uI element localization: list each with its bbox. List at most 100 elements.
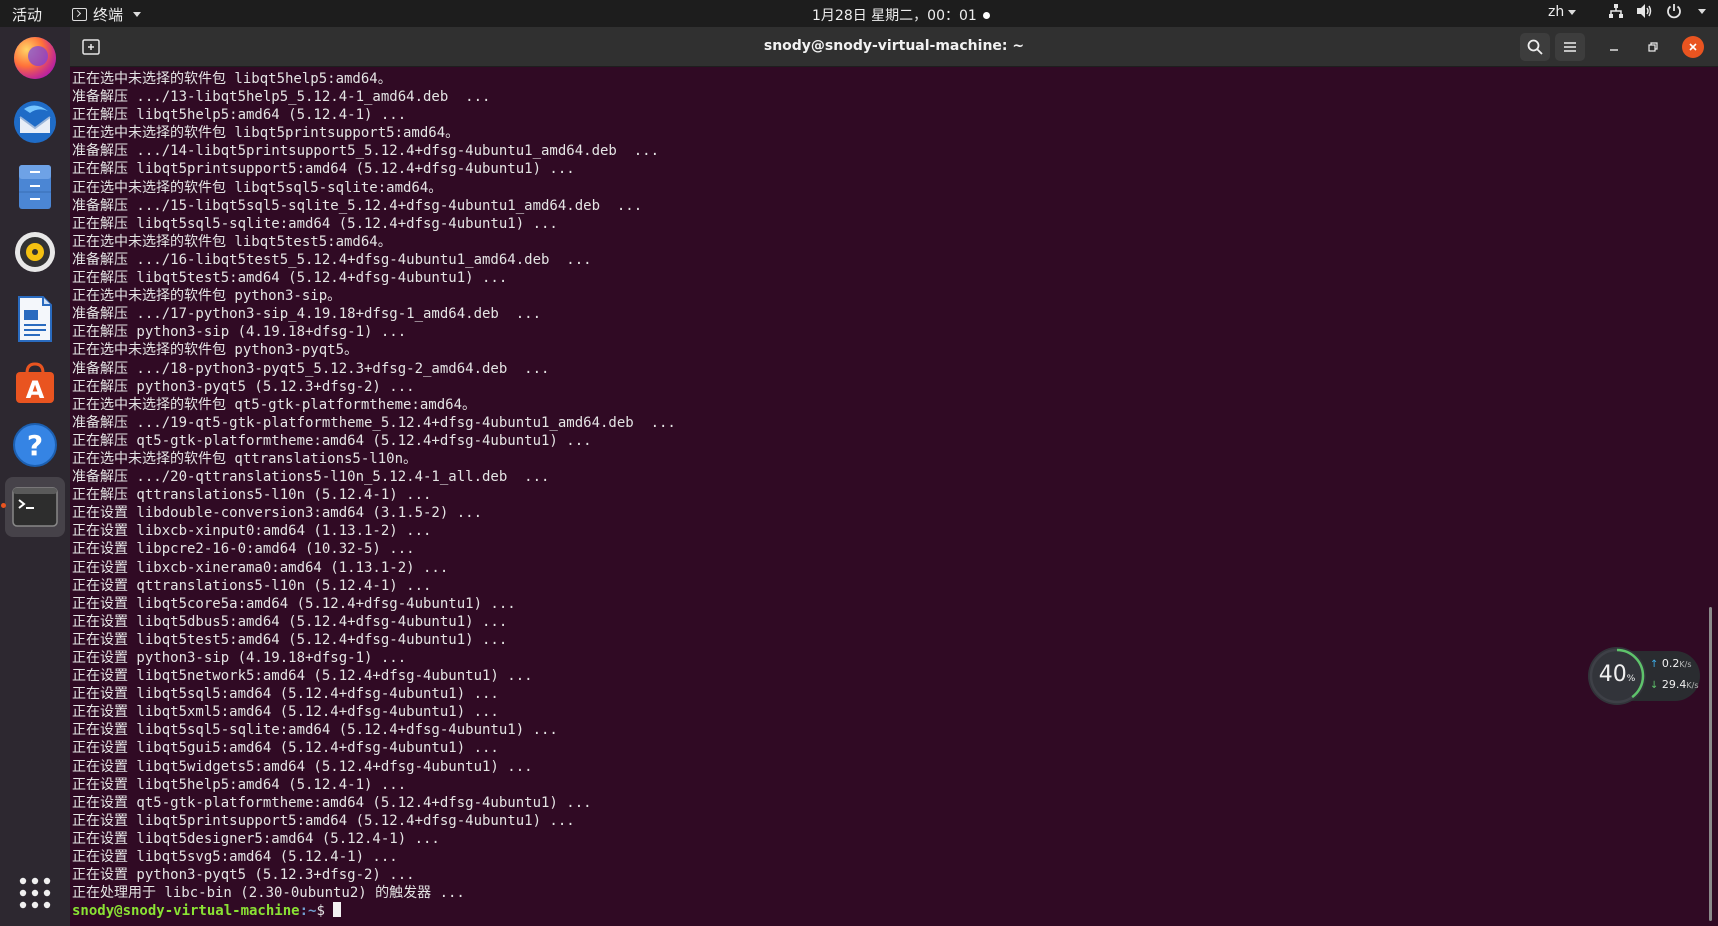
minimize-icon <box>1610 49 1618 51</box>
download-value: 29.4 <box>1661 678 1687 691</box>
clock[interactable]: 1月28日 星期二，00：01 <box>812 5 990 25</box>
rhythmbox-icon <box>15 232 55 272</box>
system-tray[interactable] <box>1608 3 1706 19</box>
terminal-line: 正在设置 libdouble-conversion3:amd64 (3.1.5-… <box>72 505 483 522</box>
dock-ubuntu-software[interactable]: A <box>5 353 65 413</box>
svg-text:A: A <box>26 376 45 404</box>
top-bar: 活动 终端 1月28日 星期二，00：01 zh <box>0 0 1718 27</box>
menu-button[interactable] <box>1555 33 1585 61</box>
language-label: zh <box>1548 4 1565 20</box>
terminal-line: 正在选中未选择的软件包 libqt5printsupport5:amd64。 <box>72 125 460 142</box>
terminal-line: 正在处理用于 libc-bin (2.30-0ubuntu2) 的触发器 ... <box>72 885 465 902</box>
terminal-line: 正在解压 python3-pyqt5 (5.12.3+dfsg-2) ... <box>72 378 415 395</box>
chevron-down-icon <box>1568 9 1577 15</box>
terminal-line: 正在解压 libqt5printsupport5:amd64 (5.12.4+d… <box>72 161 575 178</box>
scrollbar[interactable] <box>1709 607 1712 921</box>
dock-files[interactable] <box>5 157 65 217</box>
search-icon <box>1527 39 1543 55</box>
dock-firefox[interactable] <box>5 27 65 87</box>
download-arrow-icon: ↓ <box>1650 680 1659 691</box>
terminal-line: 正在设置 libqt5printsupport5:amd64 (5.12.4+d… <box>72 812 575 829</box>
terminal-line: 正在设置 python3-sip (4.19.18+dfsg-1) ... <box>72 650 407 666</box>
dock-thunderbird[interactable] <box>5 92 65 152</box>
app-grid-icon <box>19 877 51 909</box>
prompt-symbol: $ <box>316 903 334 920</box>
terminal-line: 正在设置 libqt5widgets5:amd64 (5.12.4+dfsg-4… <box>72 758 533 775</box>
app-menu[interactable]: 终端 <box>72 4 142 25</box>
document-icon <box>18 296 52 342</box>
dock-help[interactable]: ? <box>5 415 65 475</box>
upload-unit: K/s <box>1679 660 1692 669</box>
running-indicator <box>1 503 6 508</box>
window-title: snody@snody-virtual-machine: ~ <box>763 38 1025 54</box>
prompt-user: snody@snody-virtual-machine <box>72 903 300 920</box>
upload-value: 0.2 <box>1661 657 1680 670</box>
datetime: 1月28日 星期二，00：01 <box>812 8 977 24</box>
terminal-line: 正在选中未选择的软件包 libqt5test5:amd64。 <box>72 233 392 250</box>
download-speed: ↓ 29.4K/s <box>1650 678 1699 691</box>
terminal-line: 正在设置 libqt5test5:amd64 (5.12.4+dfsg-4ubu… <box>72 631 508 648</box>
activities-button[interactable]: 活动 <box>12 4 42 25</box>
terminal-line: 正在设置 libqt5network5:amd64 (5.12.4+dfsg-4… <box>72 668 533 685</box>
terminal-icon <box>72 8 87 21</box>
shell-prompt[interactable]: snody@snody-virtual-machine:~$ <box>72 902 676 920</box>
terminal-line: 正在设置 libqt5dbus5:amd64 (5.12.4+dfsg-4ubu… <box>72 613 508 630</box>
upload-arrow-icon: ↑ <box>1650 659 1659 670</box>
terminal-line: 正在设置 libxcb-xinput0:amd64 (1.13.1-2) ... <box>72 523 432 540</box>
terminal-line: 正在设置 python3-pyqt5 (5.12.3+dfsg-2) ... <box>72 867 415 884</box>
terminal-line: 正在设置 qttranslations5-l10n (5.12.4-1) ... <box>72 577 432 594</box>
firefox-icon <box>14 37 56 79</box>
show-applications-button[interactable] <box>5 863 65 923</box>
chevron-down-icon <box>133 12 142 17</box>
terminal-line: 正在设置 libqt5gui5:amd64 (5.12.4+dfsg-4ubun… <box>72 740 499 757</box>
terminal-line: 正在设置 libqt5svg5:amd64 (5.12.4-1) ... <box>72 849 398 866</box>
terminal-line: 正在设置 libqt5xml5:amd64 (5.12.4+dfsg-4ubun… <box>72 704 499 721</box>
dock: A ? <box>0 27 70 926</box>
terminal-line: 正在解压 qt5-gtk-platformtheme:amd64 (5.12.4… <box>72 432 592 449</box>
minimize-button[interactable] <box>1603 36 1625 58</box>
terminal-line: 正在设置 libqt5core5a:amd64 (5.12.4+dfsg-4ub… <box>72 595 516 612</box>
maximize-button[interactable] <box>1642 36 1664 58</box>
net-speed-widget[interactable]: 40% ↑ 0.2K/s ↓ 29.4K/s <box>1588 647 1700 705</box>
terminal-line: 正在选中未选择的软件包 libqt5help5:amd64。 <box>72 71 392 87</box>
dock-rhythmbox[interactable] <box>5 222 65 282</box>
dock-terminal[interactable] <box>5 477 65 537</box>
volume-icon <box>1637 4 1652 18</box>
notification-dot-icon <box>982 11 990 19</box>
search-button[interactable] <box>1520 33 1550 61</box>
usage-percent: 40% <box>1598 662 1636 687</box>
input-language-menu[interactable]: zh <box>1548 4 1577 20</box>
terminal-line: 准备解压 .../20-qttranslations5-l10n_5.12.4-… <box>72 469 550 486</box>
terminal-icon <box>12 487 58 527</box>
power-icon <box>1667 4 1681 19</box>
terminal-line: 正在设置 libqt5sql5-sqlite:amd64 (5.12.4+dfs… <box>72 722 558 739</box>
terminal-line: 正在解压 qttranslations5-l10n (5.12.4-1) ... <box>72 487 432 504</box>
terminal-line: 正在解压 libqt5help5:amd64 (5.12.4-1) ... <box>72 107 407 124</box>
terminal-line: 正在选中未选择的软件包 python3-sip。 <box>72 288 342 305</box>
dock-libreoffice-writer[interactable] <box>5 289 65 349</box>
help-icon: ? <box>13 423 57 467</box>
text-cursor <box>333 902 342 918</box>
terminal-line: 正在设置 libqt5help5:amd64 (5.12.4-1) ... <box>72 776 407 793</box>
terminal-lines: 正在选中未选择的软件包 libqt5help5:amd64。准备解压 .../1… <box>72 70 676 920</box>
terminal-line: 正在选中未选择的软件包 python3-pyqt5。 <box>72 342 359 359</box>
close-icon <box>1689 43 1697 51</box>
terminal-output[interactable]: 正在选中未选择的软件包 libqt5help5:amd64。准备解压 .../1… <box>70 67 1718 926</box>
terminal-line: 正在设置 libxcb-xinerama0:amd64 (1.13.1-2) .… <box>72 559 449 576</box>
terminal-line: 正在设置 qt5-gtk-platformtheme:amd64 (5.12.4… <box>72 794 592 811</box>
terminal-line: 准备解压 .../19-qt5-gtk-platformtheme_5.12.4… <box>72 414 676 431</box>
thunderbird-icon <box>14 101 56 143</box>
terminal-line: 正在解压 libqt5test5:amd64 (5.12.4+dfsg-4ubu… <box>72 270 508 287</box>
terminal-line: 正在选中未选择的软件包 qt5-gtk-platformtheme:amd64。 <box>72 396 477 413</box>
window-titlebar[interactable]: snody@snody-virtual-machine: ~ <box>70 27 1718 67</box>
prompt-path: :~ <box>299 903 317 920</box>
download-unit: K/s <box>1686 681 1699 690</box>
terminal-line: 准备解压 .../14-libqt5printsupport5_5.12.4+d… <box>72 143 660 160</box>
terminal-line: 正在选中未选择的软件包 libqt5sql5-sqlite:amd64。 <box>72 179 443 196</box>
terminal-line: 正在解压 libqt5sql5-sqlite:amd64 (5.12.4+dfs… <box>72 215 558 232</box>
close-button[interactable] <box>1682 36 1704 58</box>
app-menu-label: 终端 <box>93 6 124 24</box>
terminal-line: 正在设置 libpcre2-16-0:amd64 (10.32-5) ... <box>72 541 415 558</box>
terminal-line: 准备解压 .../13-libqt5help5_5.12.4-1_amd64.d… <box>72 89 491 106</box>
terminal-line: 准备解压 .../18-python3-pyqt5_5.12.3+dfsg-2_… <box>72 360 550 377</box>
